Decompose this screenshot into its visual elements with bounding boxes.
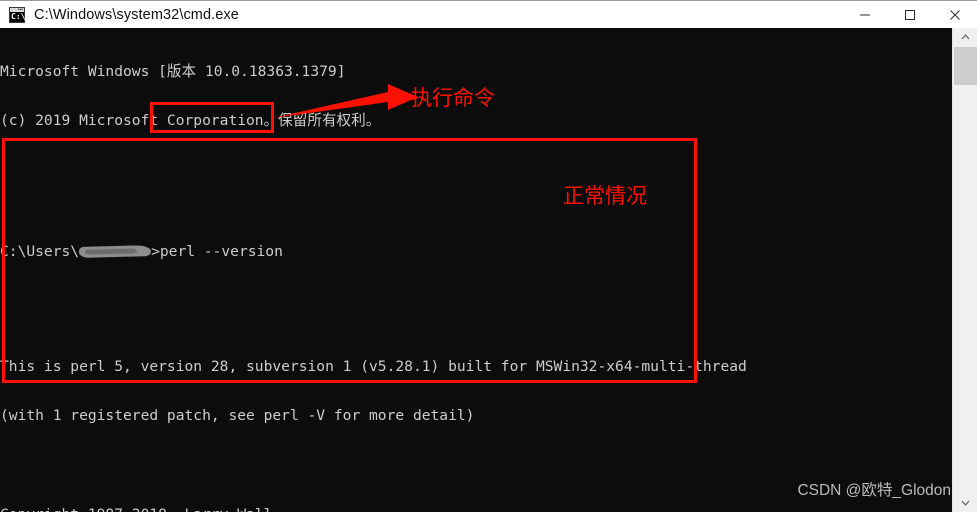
window-title: C:\Windows\system32\cmd.exe bbox=[34, 6, 239, 23]
annotation-normal-situation: 正常情况 bbox=[563, 184, 647, 208]
terminal-line: Microsoft Windows [版本 10.0.18363.1379] bbox=[0, 62, 346, 80]
cmd-window: ••• C:\. C:\Windows\system32\cmd.exe Mic… bbox=[0, 0, 977, 512]
terminal-line: (c) 2019 Microsoft Corporation。保留所有权利。 bbox=[0, 112, 381, 130]
window-controls bbox=[842, 1, 977, 29]
console-output-area[interactable]: Microsoft Windows [版本 10.0.18363.1379] (… bbox=[0, 28, 977, 512]
icon-prompt-glyph: C:\. bbox=[11, 11, 31, 21]
vertical-scrollbar[interactable] bbox=[952, 28, 977, 512]
scrollbar-thumb[interactable] bbox=[954, 47, 977, 85]
maximize-button[interactable] bbox=[887, 1, 932, 29]
redacted-username bbox=[78, 245, 152, 259]
scroll-up-arrow-icon[interactable] bbox=[953, 28, 977, 46]
close-button[interactable] bbox=[932, 1, 977, 29]
terminal-line: Copyright 1987-2018, Larry Wall bbox=[0, 506, 952, 512]
minimize-button[interactable] bbox=[842, 1, 887, 29]
terminal-line: This is perl 5, version 28, subversion 1… bbox=[0, 358, 747, 376]
terminal-line: (with 1 registered patch, see perl -V fo… bbox=[0, 407, 475, 425]
prompt-prefix: C:\Users\ bbox=[0, 243, 80, 261]
cmd-console-icon: ••• C:\. bbox=[9, 6, 30, 23]
scroll-down-arrow-icon[interactable] bbox=[953, 494, 977, 512]
prompt-suffix: > bbox=[151, 243, 160, 261]
annotation-execute-command: 执行命令 bbox=[411, 86, 495, 110]
command-prompt-line: C:\Users\ >perl --version bbox=[0, 244, 952, 260]
watermark: CSDN @欧特_Glodon bbox=[797, 482, 951, 499]
title-bar: ••• C:\. C:\Windows\system32\cmd.exe bbox=[0, 0, 977, 28]
typed-command: perl --version bbox=[159, 243, 283, 261]
